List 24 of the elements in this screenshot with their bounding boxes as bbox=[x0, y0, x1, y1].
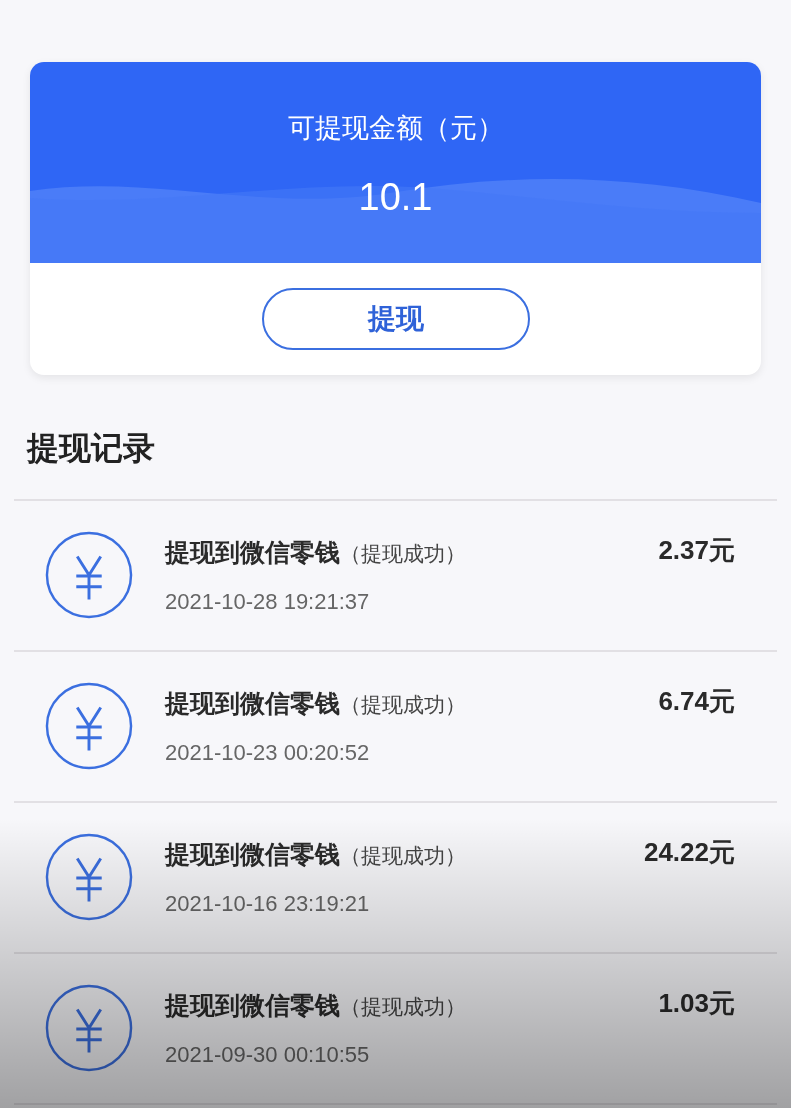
record-time: 2021-10-16 23:19:21 bbox=[165, 891, 371, 917]
record-status: （提现成功） bbox=[340, 541, 466, 568]
yen-icon bbox=[45, 983, 133, 1072]
withdraw-button[interactable]: 提现 bbox=[261, 288, 530, 350]
record-amount: 1.03元 bbox=[658, 987, 735, 1020]
record-title: 提现到微信零钱 bbox=[165, 537, 340, 569]
record-status: （提现成功） bbox=[340, 994, 466, 1021]
yen-icon bbox=[45, 530, 133, 619]
record-amount: 2.37元 bbox=[658, 534, 735, 567]
record-status: （提现成功） bbox=[340, 692, 466, 719]
yen-icon bbox=[45, 681, 133, 770]
records-title: 提现记录 bbox=[27, 428, 156, 469]
record-amount: 6.74元 bbox=[658, 685, 735, 718]
record-title: 提现到微信零钱 bbox=[165, 839, 340, 871]
record-title: 提现到微信零钱 bbox=[165, 990, 340, 1022]
record-time: 2021-10-23 00:20:52 bbox=[165, 740, 371, 766]
balance-label: 可提现金额（元） bbox=[287, 111, 504, 145]
record-title: 提现到微信零钱 bbox=[165, 688, 340, 720]
record-amount: 24.22元 bbox=[643, 836, 735, 869]
record-time: 2021-10-28 19:21:37 bbox=[165, 589, 371, 615]
balance-amount: 10.1 bbox=[358, 176, 433, 219]
record-time: 2021-09-30 00:10:55 bbox=[165, 1042, 371, 1068]
record-status: （提现成功） bbox=[340, 843, 466, 870]
yen-icon bbox=[45, 832, 133, 921]
